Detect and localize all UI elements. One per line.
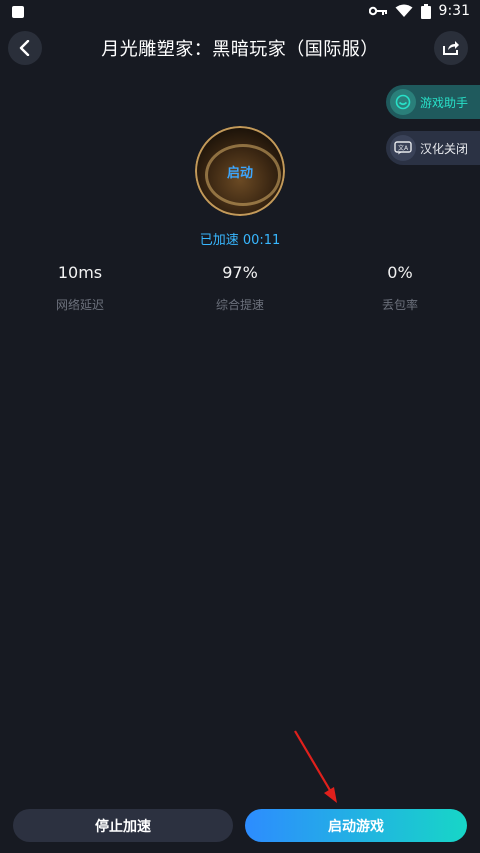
battery-icon <box>420 3 431 19</box>
share-icon <box>443 41 459 55</box>
avatar-start-label: 启动 <box>226 166 253 181</box>
packet-loss-value: 0% <box>387 263 413 282</box>
packet-loss-label: 丢包率 <box>381 298 418 312</box>
back-button[interactable] <box>8 31 42 65</box>
localization-toggle-label: 汉化关闭 <box>420 141 469 156</box>
status-right: 9:31 <box>368 3 470 19</box>
boost-label: 综合提速 <box>215 298 264 312</box>
wifi-icon <box>395 4 413 17</box>
stop-acceleration-button[interactable]: 停止加速 <box>13 809 233 842</box>
stat-packet-loss: 0% 丢包率 <box>340 263 460 313</box>
key-icon <box>368 6 387 16</box>
notification-icon <box>12 6 24 18</box>
stat-latency: 10ms 网络延迟 <box>20 263 140 313</box>
acceleration-timer: 已加速 00:11 <box>199 233 281 248</box>
latency-label: 网络延迟 <box>55 298 104 312</box>
latency-value: 10ms <box>57 263 103 282</box>
game-assistant-button[interactable]: 游戏助手 <box>386 85 480 119</box>
boost-value: 97% <box>222 263 258 282</box>
stat-boost: 97% 综合提速 <box>180 263 300 313</box>
game-assistant-label: 游戏助手 <box>420 95 469 110</box>
top-bar: 月光雕塑家：黑暗玩家（国际服） <box>0 28 480 68</box>
status-bar: 9:31 <box>0 0 480 26</box>
translate-icon: 文A <box>390 135 416 161</box>
share-button[interactable] <box>434 31 468 65</box>
svg-text:文A: 文A <box>398 144 409 152</box>
clock: 9:31 <box>438 3 470 19</box>
localization-toggle-button[interactable]: 文A 汉化关闭 <box>386 131 480 165</box>
page-title: 月光雕塑家：黑暗玩家（国际服） <box>101 39 379 60</box>
chevron-left-icon <box>19 40 30 56</box>
assistant-icon <box>390 89 416 115</box>
launch-game-button[interactable]: 启动游戏 <box>245 809 467 842</box>
game-avatar[interactable]: 启动 <box>195 126 285 216</box>
